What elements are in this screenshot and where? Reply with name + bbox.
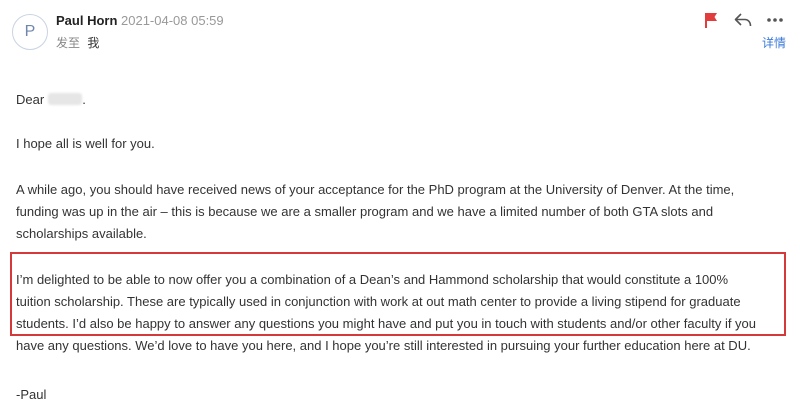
recipient-label: 发至 — [56, 36, 81, 50]
signature: -Paul — [16, 387, 47, 402]
flag-icon — [705, 13, 717, 28]
more-icon — [767, 18, 783, 22]
flag-button[interactable] — [702, 11, 720, 29]
paragraph-line: funding was up in the air – this is beca… — [16, 204, 714, 219]
highlight-annotation — [10, 252, 786, 336]
redacted-name — [48, 93, 83, 105]
greeting: I hope all is well for you. — [16, 136, 155, 151]
salutation: Dear — [16, 92, 45, 107]
email-header: P Paul Horn 2021-04-08 05:59 发至 我 详情 — [0, 0, 800, 60]
paragraph-line: scholarships available. — [16, 226, 147, 241]
email-view: P Paul Horn 2021-04-08 05:59 发至 我 详情 Dea… — [0, 0, 800, 417]
paragraph-line: have any questions. We’d love to have yo… — [16, 338, 751, 353]
paragraph-acceptance: A while ago, you should have received ne… — [16, 179, 734, 245]
recipient-value[interactable]: 我 — [87, 36, 99, 50]
avatar[interactable]: P — [12, 14, 48, 50]
details-link[interactable]: 详情 — [762, 34, 786, 51]
avatar-initial: P — [24, 23, 36, 40]
timestamp: 2021-04-08 05:59 — [121, 13, 224, 28]
more-button[interactable] — [766, 11, 784, 29]
recipient-line: 发至 我 — [56, 34, 99, 51]
sender-name[interactable]: Paul Horn — [56, 13, 117, 28]
salutation-line: Dear. — [16, 92, 86, 107]
paragraph-line: A while ago, you should have received ne… — [16, 182, 735, 197]
reply-icon — [734, 13, 752, 27]
reply-button[interactable] — [734, 11, 752, 29]
